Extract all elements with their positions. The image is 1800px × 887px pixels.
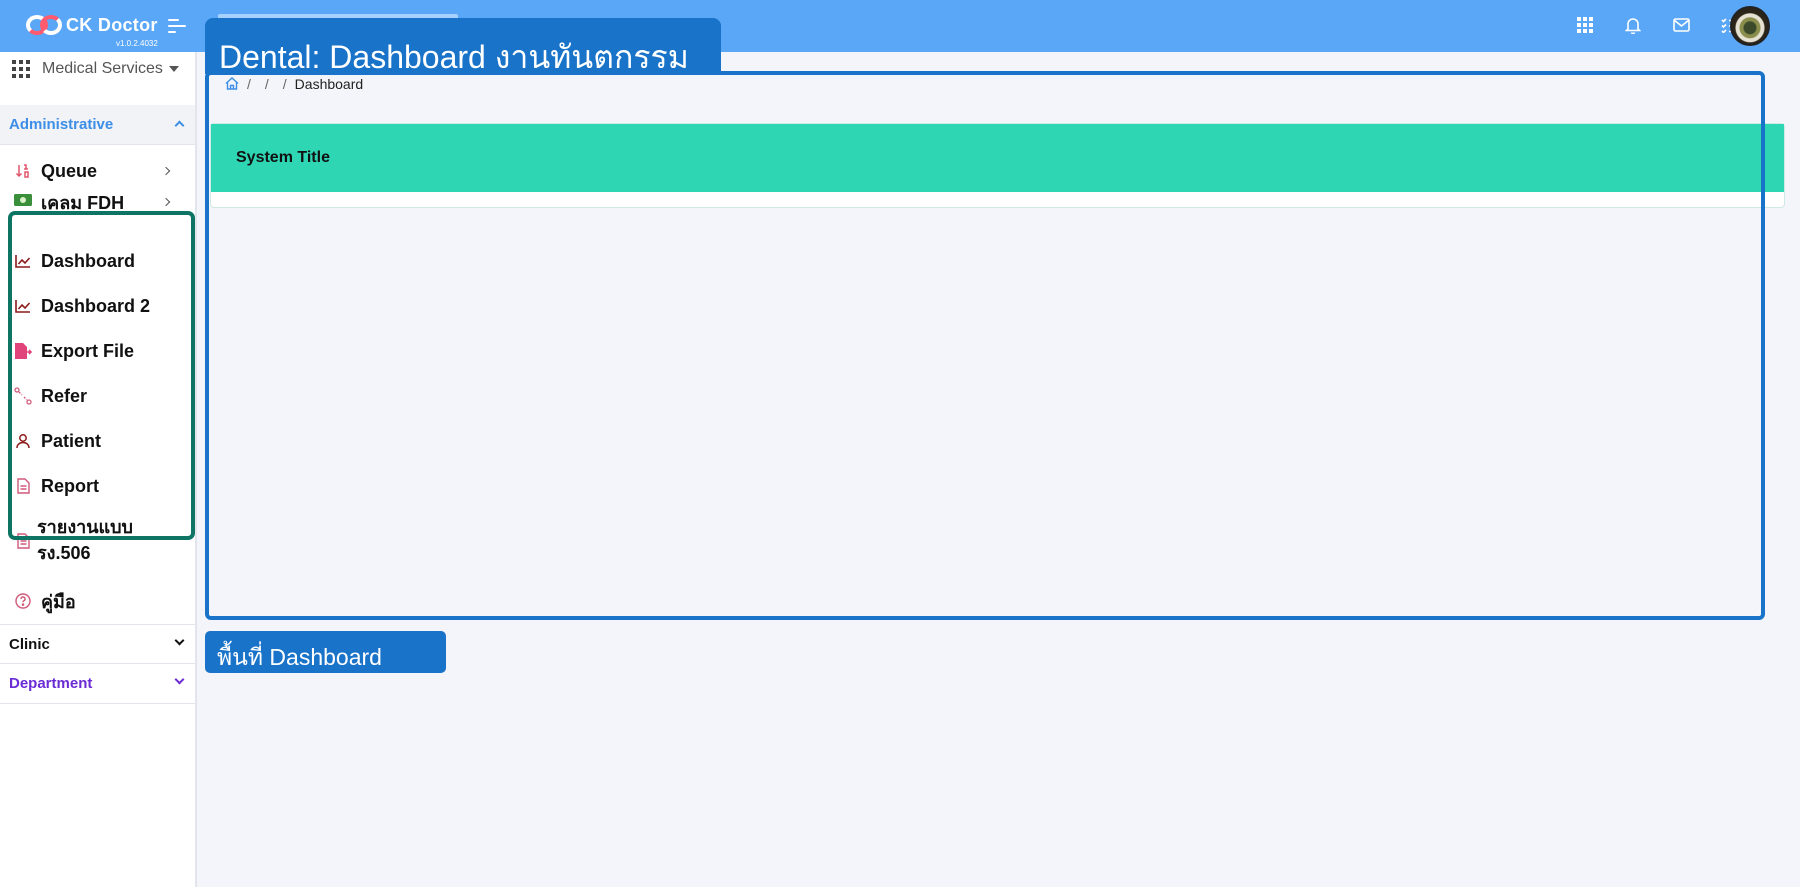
app-version: v1.0.2.4032 (116, 39, 158, 48)
sidebar-item-label: รายงานแบบ รง.506 (37, 514, 133, 566)
bell-icon[interactable] (1622, 14, 1644, 36)
sidebar-item-label: เคลม FDH (41, 193, 125, 213)
file-icon (14, 478, 32, 494)
chevron-right-icon (161, 197, 171, 207)
sidebar-item-label: Refer (41, 385, 88, 406)
sidebar: Medical Services Administrative Queue เค… (0, 52, 197, 887)
user-avatar[interactable] (1730, 6, 1770, 46)
mail-icon[interactable] (1670, 14, 1692, 36)
logo-icon (26, 13, 62, 37)
chevron-up-icon (174, 120, 185, 131)
chevron-down-icon (174, 635, 185, 646)
sidebar-item-dashboard[interactable]: Dashboard (0, 241, 195, 281)
sidebar-item-label: Export File (41, 340, 135, 361)
group-administrative[interactable]: Administrative (0, 105, 195, 145)
sidebar-item-claim-fdh[interactable]: เคลม FDH (0, 188, 195, 222)
apps-grid-icon[interactable] (1574, 14, 1596, 36)
menu-toggle-icon[interactable] (168, 19, 186, 33)
app-logo[interactable]: CK Doctor (26, 13, 158, 37)
sidebar-item-label: Queue (41, 160, 98, 181)
sidebar-item-queue[interactable]: Queue (0, 151, 195, 191)
sidebar-item-patient[interactable]: Patient (0, 421, 195, 461)
group-label: Clinic (9, 635, 50, 653)
sidebar-item-label: Dashboard 2 (41, 295, 151, 316)
sidebar-item-refer[interactable]: Refer (0, 376, 195, 416)
chart-line-icon (14, 253, 32, 269)
top-icons (1548, 14, 1740, 36)
card-header: System Title (211, 124, 1784, 192)
chevron-down-icon (174, 674, 185, 685)
sidebar-item-export-file[interactable]: Export File (0, 331, 195, 371)
chart-line-icon (14, 298, 32, 314)
card-title: System Title (236, 149, 330, 166)
caret-down-icon (168, 66, 179, 72)
annotation-title: Dental: Dashboard งานทันตกรรม (205, 18, 721, 75)
service-selector[interactable]: Medical Services (12, 60, 179, 78)
group-label: Administrative (9, 116, 114, 133)
sidebar-item-report[interactable]: Report (0, 466, 195, 506)
service-selector-label: Medical Services (42, 60, 163, 77)
sidebar-item-dashboard-2[interactable]: Dashboard 2 (0, 286, 195, 326)
money-icon (14, 192, 32, 208)
sidebar-item-manual[interactable]: คู่มือ (0, 581, 195, 621)
system-title-card: System Title (210, 123, 1785, 208)
group-label: Department (9, 675, 93, 692)
app-name: CK Doctor (66, 14, 158, 35)
group-department[interactable]: Department (0, 664, 195, 704)
user-icon (14, 433, 32, 449)
annotation-area-label: พื้นที่ Dashboard (205, 631, 446, 673)
sort-icon (14, 163, 32, 179)
apps-grid-icon (12, 60, 30, 78)
file-icon (14, 533, 32, 549)
refer-icon (14, 387, 32, 405)
sidebar-item-label: Patient (41, 430, 102, 451)
sidebar-item-label: Report (41, 475, 99, 496)
sidebar-item-label: คู่มือ (41, 591, 76, 612)
sidebar-item-report-506[interactable]: รายงานแบบ รง.506 (0, 516, 195, 566)
file-export-icon (14, 343, 32, 359)
sidebar-item-label: Dashboard (41, 250, 136, 271)
group-clinic[interactable]: Clinic (0, 624, 195, 664)
chevron-right-icon (161, 166, 171, 176)
help-circle-icon (14, 593, 32, 609)
sidebar-item-label-line2: รง.506 (37, 543, 91, 563)
sidebar-item-label-line1: รายงานแบบ (37, 517, 133, 537)
